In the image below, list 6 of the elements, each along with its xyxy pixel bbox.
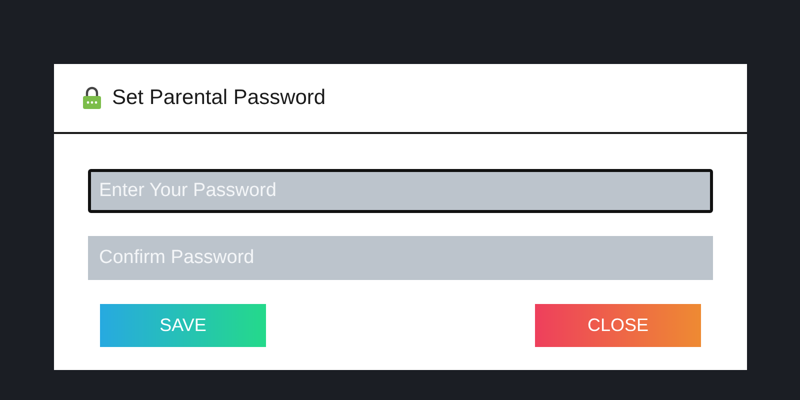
password-field[interactable]: Enter Your Password	[88, 169, 713, 213]
password-field[interactable]: Confirm Password	[88, 236, 713, 280]
close-button[interactable]: CLOSE	[535, 304, 701, 347]
dialog-title: Set Parental Password	[112, 86, 326, 110]
lock-icon	[82, 86, 102, 110]
save-button[interactable]: SAVE	[100, 304, 266, 347]
